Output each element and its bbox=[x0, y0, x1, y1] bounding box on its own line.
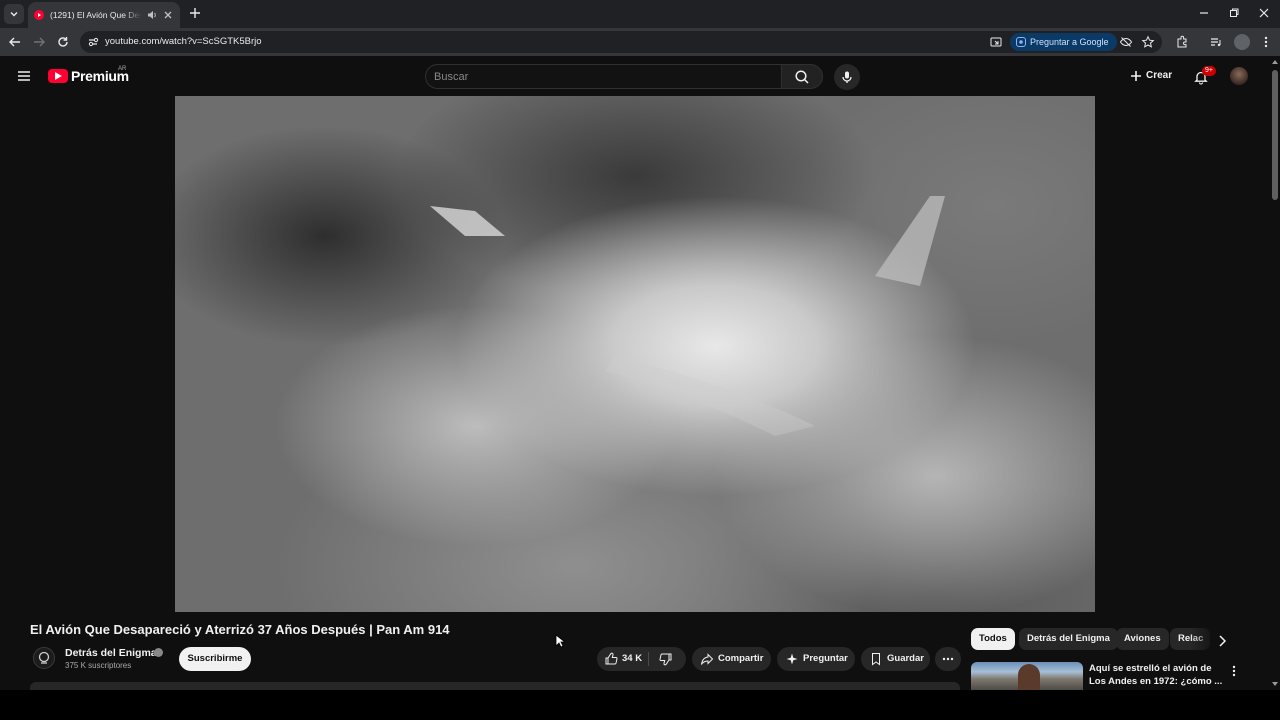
ask-button[interactable]: Preguntar bbox=[777, 647, 855, 671]
video-frame-airplane bbox=[430, 196, 945, 436]
ask-label: Preguntar bbox=[803, 653, 848, 664]
create-label: Crear bbox=[1146, 70, 1173, 81]
mouse-cursor-icon bbox=[555, 634, 565, 648]
video-player[interactable] bbox=[175, 96, 1095, 612]
search-input[interactable] bbox=[434, 69, 774, 85]
youtube-play-logo-icon bbox=[48, 69, 68, 83]
verified-badge-icon bbox=[154, 648, 163, 657]
microphone-icon bbox=[842, 71, 852, 83]
url-text[interactable]: youtube.com/watch?v=ScSGTK5Brjo bbox=[105, 36, 262, 47]
tab-search-button[interactable] bbox=[4, 4, 24, 24]
close-tab-icon[interactable] bbox=[162, 9, 174, 21]
more-vertical-icon[interactable] bbox=[1258, 34, 1274, 50]
description-box[interactable] bbox=[30, 682, 960, 690]
browser-toolbar: youtube.com/watch?v=ScSGTK5Brjo Pregunta… bbox=[0, 28, 1280, 56]
like-button[interactable]: 34 K bbox=[597, 647, 648, 671]
video-title: El Avión Que Desapareció y Aterrizó 37 A… bbox=[30, 622, 450, 637]
share-arrow-icon bbox=[701, 653, 714, 665]
browser-tab[interactable]: (1291) El Avión Que Desapareció y Aterri… bbox=[28, 2, 180, 28]
close-window-icon[interactable] bbox=[1257, 6, 1271, 20]
chevron-down-icon bbox=[10, 12, 18, 17]
media-controls-icon[interactable] bbox=[1208, 34, 1224, 50]
back-arrow-icon[interactable] bbox=[7, 34, 23, 50]
search-box bbox=[425, 64, 783, 89]
search-button[interactable] bbox=[781, 64, 823, 89]
chip-aviones[interactable]: Aviones bbox=[1116, 628, 1169, 650]
account-avatar[interactable] bbox=[1230, 67, 1248, 85]
eye-off-icon[interactable] bbox=[1119, 35, 1133, 49]
sparkle-icon bbox=[786, 653, 798, 665]
bookmark-star-icon[interactable] bbox=[1141, 35, 1155, 49]
like-dislike-group: 34 K bbox=[597, 647, 686, 671]
open-in-app-icon[interactable] bbox=[989, 35, 1003, 49]
youtube-favicon-icon bbox=[34, 10, 44, 20]
chip-channel[interactable]: Detrás del Enigma bbox=[1019, 628, 1118, 650]
subscribe-button[interactable]: Suscribirme bbox=[179, 647, 251, 671]
address-bar[interactable]: youtube.com/watch?v=ScSGTK5Brjo Pregunta… bbox=[80, 31, 1162, 53]
recommendation-title[interactable]: Aquí se estrelló el avión de Los Andes e… bbox=[1089, 662, 1225, 688]
more-vertical-icon[interactable] bbox=[1228, 664, 1240, 678]
new-tab-icon[interactable] bbox=[188, 6, 202, 20]
like-count: 34 K bbox=[622, 653, 643, 664]
scroll-thumb[interactable] bbox=[1272, 70, 1278, 200]
speaker-icon[interactable] bbox=[146, 9, 158, 21]
youtube-masthead: Premium AR Crear 9+ bbox=[0, 56, 1270, 96]
hamburger-menu-icon[interactable] bbox=[16, 68, 32, 84]
save-button[interactable]: Guardar bbox=[861, 647, 930, 671]
plus-icon bbox=[1131, 71, 1141, 81]
google-lens-icon bbox=[1016, 37, 1026, 47]
youtube-logo[interactable]: Premium bbox=[48, 68, 129, 84]
site-settings-icon[interactable] bbox=[86, 35, 100, 49]
voice-search-button[interactable] bbox=[834, 64, 860, 90]
channel-name[interactable]: Detrás del Enigma bbox=[65, 647, 157, 659]
channel-avatar[interactable] bbox=[33, 647, 55, 669]
thumbs-up-icon bbox=[605, 652, 618, 665]
ask-google-button[interactable]: Preguntar a Google bbox=[1010, 33, 1117, 51]
dislike-button[interactable] bbox=[649, 647, 686, 671]
thumbs-down-icon bbox=[659, 653, 672, 666]
subscriber-count: 375 K suscriptores bbox=[65, 661, 132, 670]
search-icon bbox=[795, 69, 809, 84]
reload-icon[interactable] bbox=[55, 34, 71, 50]
forward-arrow-icon[interactable] bbox=[31, 34, 47, 50]
country-code: AR bbox=[118, 66, 127, 72]
browser-tab-bar: (1291) El Avión Que Desapareció y Aterri… bbox=[0, 0, 1280, 28]
more-actions-button[interactable] bbox=[935, 647, 961, 671]
extensions-icon[interactable] bbox=[1174, 34, 1190, 50]
notification-badge: 9+ bbox=[1202, 66, 1216, 76]
profile-avatar[interactable] bbox=[1234, 34, 1250, 50]
thumbnail-person bbox=[1018, 664, 1040, 690]
channel-logo-icon bbox=[38, 651, 50, 664]
create-button[interactable]: Crear bbox=[1124, 65, 1180, 87]
restore-icon[interactable] bbox=[1227, 6, 1241, 20]
chip-todos[interactable]: Todos bbox=[971, 628, 1015, 650]
share-button[interactable]: Compartir bbox=[692, 647, 771, 671]
bottom-strip bbox=[0, 690, 1280, 720]
bookmark-icon bbox=[872, 653, 880, 666]
minimize-icon[interactable] bbox=[1197, 6, 1211, 20]
chevron-right-icon[interactable] bbox=[1214, 633, 1230, 649]
more-horizontal-icon bbox=[942, 657, 954, 661]
scroll-down-arrow-icon[interactable] bbox=[1272, 682, 1278, 686]
scroll-up-arrow-icon[interactable] bbox=[1272, 60, 1278, 64]
save-label: Guardar bbox=[887, 653, 924, 664]
ask-google-label: Preguntar a Google bbox=[1030, 37, 1109, 47]
tab-title: (1291) El Avión Que Desapareció y Aterri… bbox=[50, 10, 142, 20]
share-label: Compartir bbox=[718, 653, 764, 664]
page-scrollbar[interactable] bbox=[1270, 56, 1280, 690]
